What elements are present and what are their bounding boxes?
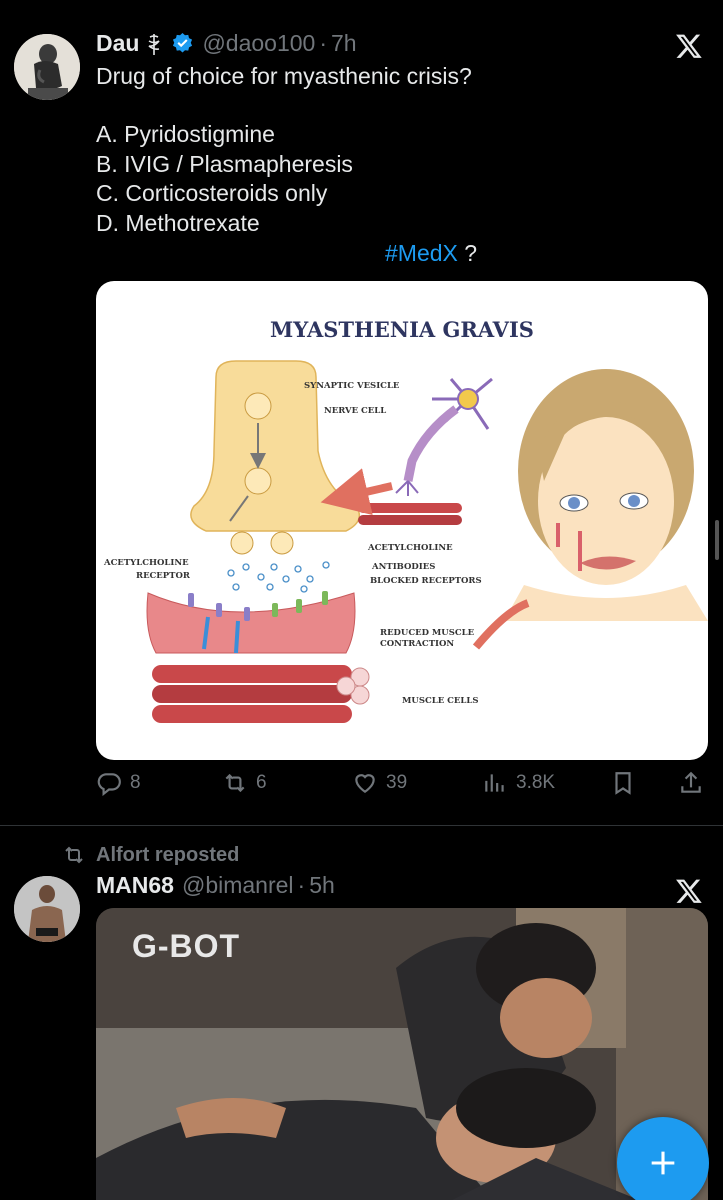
label-muscle-cells: MUSCLE CELLS xyxy=(402,696,478,706)
label-reduced-2: CONTRACTION xyxy=(380,639,454,649)
label-antibodies: ANTIBODIES xyxy=(371,562,435,572)
caduceus-icon xyxy=(147,32,161,56)
hashtag-suffix: ? xyxy=(457,240,478,266)
like-count: 39 xyxy=(386,772,408,793)
tweet-header: MAN68 @bimanrel · 5h xyxy=(96,872,335,899)
tweet-question: Drug of choice for myasthenic crisis? xyxy=(96,63,472,89)
action-bar: 8 6 39 3.8K xyxy=(96,770,708,806)
label-ach-receptor-2: RECEPTOR xyxy=(136,571,191,581)
reply-button[interactable]: 8 xyxy=(96,770,141,796)
hashtag-link[interactable]: #MedX xyxy=(385,240,458,266)
video-watermark: G-BOT xyxy=(132,928,241,964)
x-logo-icon[interactable] xyxy=(675,877,703,905)
label-blocked-receptors: BLOCKED RECEPTORS xyxy=(370,576,482,586)
repost-icon xyxy=(225,773,245,793)
label-reduced-1: REDUCED MUSCLE xyxy=(380,628,475,638)
view-count: 3.8K xyxy=(516,772,556,793)
label-synaptic-vesicle: SYNAPTIC VESICLE xyxy=(304,381,400,391)
views-button[interactable]: 3.8K xyxy=(482,770,555,796)
option-b: B. IVIG / Plasmapheresis xyxy=(96,151,353,177)
plus-icon xyxy=(651,1151,675,1175)
author-handle[interactable]: @bimanrel xyxy=(182,872,294,899)
label-nerve-cell: NERVE CELL xyxy=(324,406,386,416)
post-time[interactable]: 5h xyxy=(309,872,335,899)
author-name[interactable]: Dau xyxy=(96,30,139,57)
share-button[interactable] xyxy=(678,770,712,796)
myasthenia-gravis-diagram: MYASTHENIA GRAVIS SYNAPTIC VESICLE NERVE… xyxy=(103,317,708,723)
label-acetylcholine: ACETYLCHOLINE xyxy=(367,543,453,553)
hashtag-line: #MedX ? xyxy=(385,240,477,267)
tweet-reposted[interactable]: MAN68 @bimanrel · 5h G-BOT xyxy=(0,826,723,1200)
x-logo-icon[interactable] xyxy=(675,32,703,60)
scrollbar-thumb[interactable] xyxy=(715,520,719,560)
tweet-image[interactable]: MYASTHENIA GRAVIS SYNAPTIC VESICLE NERVE… xyxy=(96,281,708,760)
option-a: A. Pyridostigmine xyxy=(96,121,275,147)
separator-dot: · xyxy=(297,872,306,898)
author-avatar[interactable] xyxy=(14,34,80,100)
tweet-header: Dau @daoo100 · 7h xyxy=(96,30,357,57)
reply-icon xyxy=(97,773,121,796)
separator-dot: · xyxy=(319,30,328,56)
post-time[interactable]: 7h xyxy=(331,30,357,57)
diagram-title: MYASTHENIA GRAVIS xyxy=(270,317,534,342)
compose-button[interactable] xyxy=(617,1117,709,1200)
share-icon xyxy=(681,771,701,793)
author-avatar[interactable] xyxy=(14,876,80,942)
bookmark-icon xyxy=(615,772,631,795)
repost-count: 6 xyxy=(256,772,267,793)
heart-icon xyxy=(355,774,375,793)
author-name[interactable]: MAN68 xyxy=(96,872,174,899)
like-button[interactable]: 39 xyxy=(352,770,407,796)
option-d: D. Methotrexate xyxy=(96,210,260,236)
tweet-quiz[interactable]: Dau @daoo100 · 7h Drug of choice for mya… xyxy=(0,0,723,825)
verified-badge-icon xyxy=(171,32,194,55)
author-handle[interactable]: @daoo100 xyxy=(202,30,315,57)
option-c: C. Corticosteroids only xyxy=(96,180,328,206)
label-ach-receptor-1: ACETYLCHOLINE xyxy=(103,558,189,568)
bookmark-button[interactable] xyxy=(610,770,644,796)
thinker-statue-image xyxy=(14,34,80,100)
profile-photo xyxy=(14,876,80,942)
tweet-video[interactable]: G-BOT xyxy=(96,908,708,1200)
views-chart-icon xyxy=(485,774,504,792)
reply-count: 8 xyxy=(130,772,141,793)
repost-button[interactable]: 6 xyxy=(222,770,267,796)
